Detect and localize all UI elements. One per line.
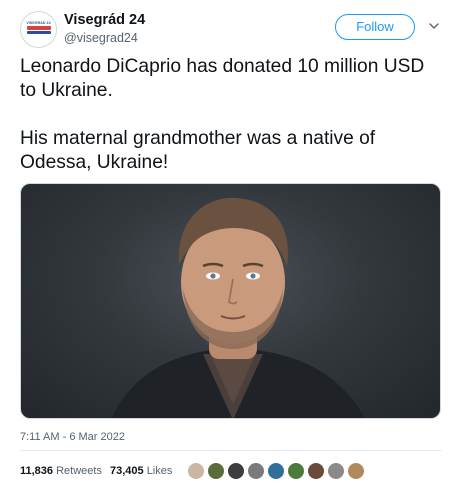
liker-avatar[interactable] [207, 462, 225, 480]
avatar-logo-text: VISEGRAD 24 [26, 21, 51, 25]
retweets-label: Retweets [56, 465, 102, 477]
liker-avatar[interactable] [287, 462, 305, 480]
retweets-stat[interactable]: 11,836 Retweets [20, 465, 102, 477]
tweet-text-line-1: Leonardo DiCaprio has donated 10 million… [20, 56, 425, 101]
likes-label: Likes [146, 465, 173, 477]
liker-avatar[interactable] [347, 462, 365, 480]
avatar[interactable]: VISEGRAD 24 [20, 11, 57, 48]
tweet-text-line-2: His maternal grandmother was a native of… [20, 128, 376, 173]
tweet-photo[interactable] [20, 183, 441, 419]
retweets-count: 11,836 [20, 465, 54, 477]
liker-avatar[interactable] [307, 462, 325, 480]
liker-avatar[interactable] [247, 462, 265, 480]
avatar-logo-band-2 [27, 31, 51, 34]
tweet-header: VISEGRAD 24 Visegrád 24 @visegrad24 Foll… [20, 9, 442, 49]
follow-button[interactable]: Follow [335, 14, 415, 40]
liker-avatar[interactable] [187, 462, 205, 480]
tweet-card: VISEGRAD 24 Visegrád 24 @visegrad24 Foll… [0, 0, 456, 496]
tweet-stats: 11,836 Retweets 73,405 Likes [20, 465, 172, 477]
tweet-text: Leonardo DiCaprio has donated 10 million… [20, 55, 442, 175]
author-names: Visegrád 24 @visegrad24 [64, 12, 145, 47]
chevron-down-icon[interactable] [428, 20, 440, 32]
likes-stat[interactable]: 73,405 Likes [110, 465, 172, 477]
liker-avatar[interactable] [327, 462, 345, 480]
likes-count: 73,405 [109, 465, 144, 477]
divider [20, 450, 442, 451]
author-handle[interactable]: @visegrad24 [64, 30, 145, 47]
liker-avatar[interactable] [227, 462, 245, 480]
liker-avatar[interactable] [267, 462, 285, 480]
tweet-timestamp[interactable]: 7:11 AM - 6 Mar 2022 [20, 431, 125, 443]
avatar-logo-band [27, 26, 51, 30]
author-display-name[interactable]: Visegrád 24 [64, 12, 145, 29]
portrait-illustration [111, 197, 365, 418]
